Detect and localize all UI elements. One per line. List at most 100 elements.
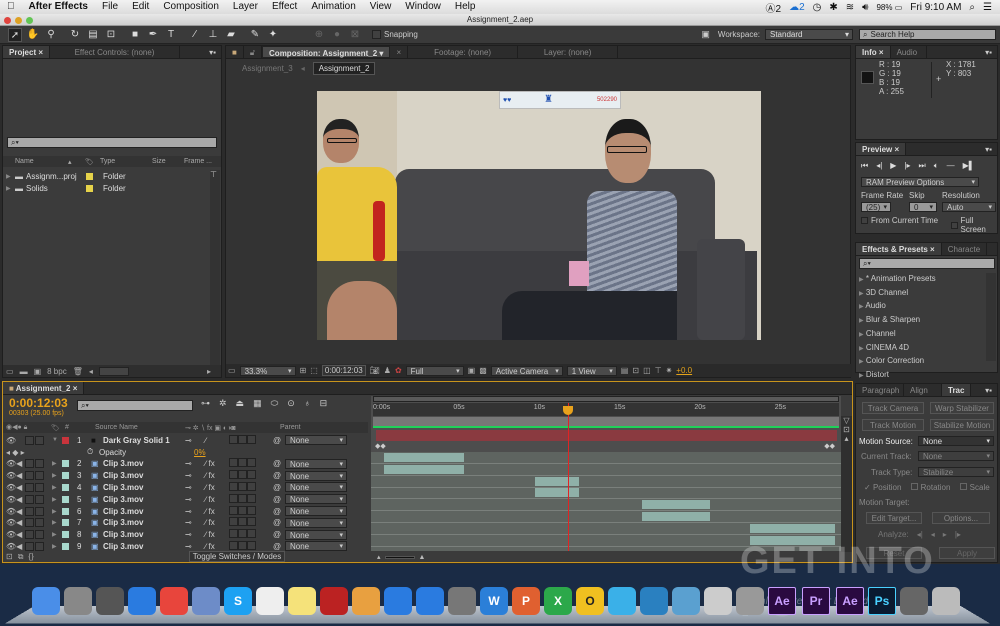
- label-color-swatch[interactable]: [62, 460, 69, 468]
- label-color-swatch[interactable]: [62, 507, 69, 515]
- composition-viewer[interactable]: ♥♥ ♜ 502290: [317, 91, 761, 340]
- label-color-swatch[interactable]: [62, 483, 69, 491]
- layer-switches[interactable]: [229, 505, 273, 517]
- new-folder-icon[interactable]: ▬: [20, 367, 28, 376]
- expand-arrow-icon[interactable]: ▶: [3, 173, 11, 180]
- track-motion-button[interactable]: Track Motion: [862, 419, 924, 431]
- dock-mission-control-icon[interactable]: [96, 587, 124, 615]
- parent-dropdown[interactable]: None: [285, 494, 347, 505]
- layer-switches[interactable]: [229, 517, 273, 528]
- layer-switches-icon[interactable]: ⊡: [6, 552, 13, 561]
- stopwatch-icon[interactable]: ⏱︎: [87, 447, 99, 457]
- expand-arrow-icon[interactable]: ▼: [52, 437, 62, 443]
- motion-source-dropdown[interactable]: None: [918, 436, 994, 446]
- effects-item[interactable]: ▶ Color Correction: [859, 355, 983, 369]
- video-visibility-icon[interactable]: 👁︎◀: [3, 507, 25, 516]
- snapshot-icon[interactable]: 📷︎: [370, 366, 380, 375]
- shy-switch-icon[interactable]: ⊸: [185, 507, 205, 516]
- layer-name[interactable]: Clip 3.mov: [103, 459, 185, 468]
- battery-status[interactable]: 98% ▭: [876, 3, 902, 12]
- layer-row[interactable]: 👁︎◀ ▶ 5 ▣ Clip 3.mov ⊸ ∕ fx @ None: [3, 493, 368, 505]
- bit-depth-button[interactable]: 8 bpc: [47, 367, 67, 376]
- label-color-swatch[interactable]: [62, 542, 69, 550]
- brainstorm-icon[interactable]: ⊙: [287, 398, 295, 409]
- parent-dropdown[interactable]: None: [285, 541, 347, 552]
- edit-target-button[interactable]: Edit Target...: [866, 512, 922, 524]
- apple-menu-icon[interactable]: : [0, 0, 22, 14]
- quality-switch-icon[interactable]: ∕ fx: [205, 530, 229, 539]
- tab-align[interactable]: Align: [904, 384, 942, 396]
- dock-ae-icon[interactable]: Ae: [836, 587, 864, 615]
- draft-3d-icon[interactable]: ✲: [219, 398, 227, 409]
- dock-remote-desktop-icon[interactable]: [672, 587, 700, 615]
- menu-effect[interactable]: Effect: [265, 0, 304, 14]
- menu-window[interactable]: Window: [398, 0, 448, 14]
- next-frame-icon[interactable]: |▸: [904, 161, 910, 171]
- position-checkbox[interactable]: ✓ Position: [864, 483, 901, 492]
- region-of-interest-icon[interactable]: ⬚: [310, 366, 318, 375]
- play-icon[interactable]: ▶: [890, 161, 896, 171]
- solo-switch[interactable]: [25, 518, 34, 528]
- search-help-input[interactable]: ⌕ Search Help: [859, 29, 996, 40]
- current-time-indicator[interactable]: [568, 403, 569, 551]
- roto-brush-tool-icon[interactable]: ✎: [248, 28, 262, 42]
- bluetooth-icon[interactable]: ✱: [829, 2, 837, 13]
- dock-powerpoint-icon[interactable]: P: [512, 587, 540, 615]
- pan-behind-tool-icon[interactable]: ⊡: [104, 28, 118, 42]
- lock-switch[interactable]: [35, 435, 44, 445]
- expand-arrow-icon[interactable]: ▶: [52, 543, 62, 550]
- dock-ps-icon[interactable]: Ps: [868, 587, 896, 615]
- effects-item[interactable]: ▶ 3D Channel: [859, 287, 983, 301]
- loop-icon[interactable]: —: [947, 161, 955, 171]
- dock-photo-booth-icon[interactable]: [320, 587, 348, 615]
- breadcrumb-item[interactable]: Assignment_3: [242, 64, 293, 73]
- parent-dropdown[interactable]: None: [285, 458, 347, 469]
- dock-app-store-icon[interactable]: [416, 587, 444, 615]
- parent-dropdown[interactable]: None: [285, 506, 347, 516]
- layer-bar-dark-gray-solid[interactable]: [376, 430, 837, 441]
- dock-messenger-icon[interactable]: [608, 587, 636, 615]
- col-type[interactable]: Type: [100, 158, 152, 165]
- always-preview-icon[interactable]: ▭: [228, 366, 236, 375]
- effects-item[interactable]: ▶ CINEMA 4D: [859, 342, 983, 356]
- tab-character[interactable]: Characte: [942, 243, 988, 255]
- resolution-dropdown[interactable]: Auto: [942, 202, 996, 212]
- layer-name[interactable]: Clip 3.mov: [103, 495, 185, 504]
- tab-project[interactable]: Project ×: [3, 46, 51, 58]
- layer-bar[interactable]: [384, 453, 464, 462]
- col-size[interactable]: Size: [152, 158, 184, 165]
- shy-switch-icon[interactable]: ⊸: [185, 518, 205, 527]
- menu-help[interactable]: Help: [448, 0, 483, 14]
- col-name[interactable]: Name: [3, 158, 68, 165]
- last-frame-icon[interactable]: ⏭: [919, 161, 926, 171]
- panel-menu-icon[interactable]: ▾▪: [980, 46, 997, 58]
- clock[interactable]: Fri 9:10 AM: [910, 2, 961, 13]
- parent-dropdown[interactable]: None: [285, 470, 347, 481]
- scale-checkbox[interactable]: Scale: [960, 483, 990, 492]
- lock-switch[interactable]: [35, 482, 44, 492]
- zoom-slider[interactable]: [384, 555, 415, 559]
- warp-stabilizer-button[interactable]: Warp Stabilizer: [930, 402, 994, 414]
- quality-switch-icon[interactable]: ∕ fx: [205, 507, 229, 516]
- pickwhip-icon[interactable]: @: [273, 459, 285, 468]
- quality-switch-icon[interactable]: ∕ fx: [205, 471, 229, 480]
- workspace-dropdown[interactable]: Standard ▾: [765, 29, 853, 40]
- quality-switch-icon[interactable]: ∕ fx: [205, 483, 229, 492]
- auto-keyframe-icon[interactable]: ♁: [304, 398, 311, 409]
- dock-skype-icon[interactable]: S: [224, 587, 252, 615]
- menu-file[interactable]: File: [95, 0, 125, 14]
- lock-switch[interactable]: [35, 459, 44, 469]
- fast-preview-icon[interactable]: ⊡: [632, 366, 639, 375]
- solo-switch[interactable]: [25, 459, 34, 469]
- shy-switch-icon[interactable]: ⊸: [185, 530, 205, 539]
- dock-mail-icon[interactable]: [192, 587, 220, 615]
- expand-arrow-icon[interactable]: ▶: [52, 508, 62, 515]
- layer-switches[interactable]: [229, 470, 273, 481]
- layer-bar[interactable]: [535, 488, 579, 498]
- pixel-aspect-icon[interactable]: ▤: [621, 366, 629, 375]
- expand-arrow-icon[interactable]: ▶: [3, 185, 11, 192]
- previous-frame-icon[interactable]: ◂|: [876, 161, 882, 171]
- dock-word-icon[interactable]: W: [480, 587, 508, 615]
- track-type-dropdown[interactable]: Stabilize: [918, 467, 994, 477]
- notification-center-icon[interactable]: ☰: [983, 2, 992, 13]
